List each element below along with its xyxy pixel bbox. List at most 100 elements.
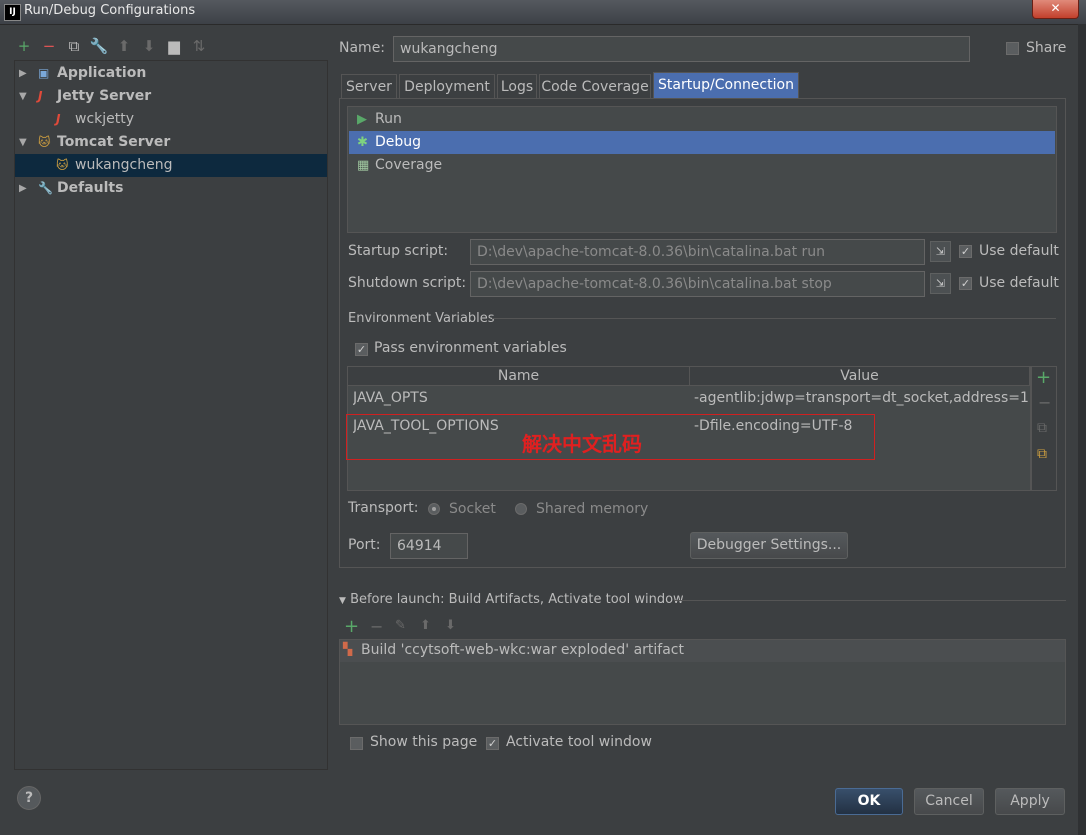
tree-item-label: Application (57, 65, 147, 81)
shared-memory-radio[interactable] (515, 503, 527, 515)
tree-item[interactable]: ▶ ▣ Application (15, 62, 327, 85)
tab-logs[interactable]: Logs (497, 74, 537, 98)
tree-item[interactable]: 🐱 wukangcheng (15, 154, 327, 177)
move-task-down-icon[interactable]: ⬇ (445, 618, 456, 633)
socket-radio[interactable] (428, 503, 440, 515)
tab-deployment[interactable]: Deployment (399, 74, 495, 98)
mode-list[interactable]: ▶ Run ✱ Debug ▦ Coverage (347, 106, 1057, 233)
tree-item[interactable]: ▼ J Jetty Server (15, 85, 327, 108)
shutdown-use-default-checkbox[interactable]: ✓ (959, 277, 972, 290)
env-separator (492, 318, 1056, 319)
apply-button[interactable]: Apply (995, 788, 1065, 815)
sort-icon[interactable]: ⇅ (189, 36, 209, 56)
tree-item-label: Tomcat Server (57, 134, 171, 150)
remove-task-icon[interactable]: − (370, 617, 383, 636)
move-up-icon[interactable]: ⬆ (114, 36, 134, 56)
annotation-text: 解决中文乱码 (522, 432, 642, 456)
move-down-icon[interactable]: ⬇ (139, 36, 159, 56)
env-section-title: Environment Variables (348, 311, 495, 326)
transport-label: Transport: (348, 500, 419, 516)
wrench-icon[interactable]: 🔧 (89, 36, 109, 56)
configuration-tree[interactable]: ▶ ▣ Application ▼ J Jetty Server Jwckjetty ▼ 🐱 To… (14, 60, 328, 770)
name-field[interactable]: wukangcheng (393, 36, 970, 62)
shutdown-script-label: Shutdown script: (348, 275, 467, 291)
tree-item[interactable]: ▼ 🐱 Tomcat Server (15, 131, 327, 154)
tree-item[interactable]: Jwckjetty (15, 108, 327, 131)
socket-label: Socket (449, 501, 496, 517)
env-row-0-name[interactable]: JAVA_OPTS (353, 390, 683, 406)
list-item[interactable]: ▚ Build 'ccytsoft-web-wkc:war exploded' … (340, 640, 1065, 662)
copy-icon[interactable]: ⧉ (64, 36, 84, 56)
add-task-icon[interactable]: + (344, 616, 359, 637)
pass-env-checkbox[interactable]: ✓ (355, 343, 368, 356)
mode-item[interactable]: ✱ Debug (349, 131, 1055, 154)
expand-arrow-icon[interactable]: ▶ (19, 177, 31, 200)
collapse-arrow-icon[interactable]: ▼ (19, 131, 31, 154)
shutdown-browse-button[interactable]: ⇲ (930, 273, 951, 294)
startup-use-default-checkbox[interactable]: ✓ (959, 245, 972, 258)
move-task-up-icon[interactable]: ⬆ (420, 618, 431, 633)
env-col-value[interactable]: Value (690, 367, 1030, 386)
folder-icon[interactable]: ▆ (164, 36, 184, 56)
shutdown-script-field[interactable]: D:\dev\apache-tomcat-8.0.36\bin\catalina… (470, 271, 925, 297)
tab-server[interactable]: Server (341, 74, 397, 98)
expand-arrow-icon[interactable]: ▶ (19, 62, 31, 85)
env-table-toolbar: + − ⧉ ⧉ (1031, 366, 1057, 491)
debugger-settings-button[interactable]: Debugger Settings... (690, 532, 848, 559)
before-launch-label: Before launch: Build Artifacts, Activate… (350, 592, 684, 607)
edit-task-icon[interactable]: ✎ (395, 618, 406, 633)
mode-item-label: Run (375, 111, 402, 127)
tree-item-label: Jetty Server (57, 88, 152, 104)
share-checkbox[interactable] (1006, 42, 1019, 55)
debug-icon: ✱ (357, 135, 368, 150)
close-button[interactable]: ✕ (1032, 0, 1079, 19)
copy-env-icon[interactable]: ⧉ (1037, 420, 1047, 436)
show-page-label: Show this page (370, 734, 478, 750)
jetty-icon: J (56, 112, 61, 126)
tab-startup-connection[interactable]: Startup/Connection (653, 72, 799, 98)
remove-icon[interactable]: − (39, 36, 59, 56)
port-field[interactable]: 64914 (390, 533, 468, 559)
before-launch-separator (674, 600, 1066, 601)
application-icon: ▣ (38, 66, 50, 80)
collapse-arrow-icon: ▼ (339, 596, 346, 606)
mode-item-label: Coverage (375, 157, 443, 173)
collapse-arrow-icon[interactable]: ▼ (19, 85, 31, 108)
before-launch-list[interactable]: ▚ Build 'ccytsoft-web-wkc:war exploded' … (339, 639, 1066, 725)
paste-env-icon[interactable]: ⧉ (1037, 446, 1047, 462)
startup-script-label: Startup script: (348, 243, 449, 259)
before-launch-toggle[interactable]: ▼ Before launch: Build Artifacts, Activa… (339, 592, 684, 607)
mode-item[interactable]: ▦ Coverage (349, 154, 1055, 177)
jetty-icon: J (38, 89, 43, 103)
startup-browse-button[interactable]: ⇲ (930, 241, 951, 262)
show-page-checkbox[interactable] (350, 737, 363, 750)
tomcat-icon: 🐱 (38, 135, 51, 149)
shutdown-use-default-label: Use default (979, 275, 1059, 291)
tab-code-coverage[interactable]: Code Coverage (539, 74, 651, 98)
activate-tool-window-checkbox[interactable]: ✓ (486, 737, 499, 750)
env-col-name[interactable]: Name (348, 367, 690, 386)
run-icon: ▶ (357, 112, 367, 127)
intellij-logo-icon: IJ (4, 4, 21, 21)
mode-item[interactable]: ▶ Run (349, 108, 1055, 131)
help-icon[interactable]: ? (17, 786, 41, 810)
tree-item[interactable]: ▶ 🔧 Defaults (15, 177, 327, 200)
startup-script-field[interactable]: D:\dev\apache-tomcat-8.0.36\bin\catalina… (470, 239, 925, 265)
coverage-icon: ▦ (357, 158, 370, 173)
startup-use-default-label: Use default (979, 243, 1059, 259)
title-bar: IJ Run/Debug Configurations ✕ (0, 0, 1086, 25)
artifact-icon: ▚ (343, 642, 353, 656)
cancel-button[interactable]: Cancel (914, 788, 984, 815)
add-env-icon[interactable]: + (1036, 367, 1051, 388)
add-icon[interactable]: + (14, 36, 34, 56)
remove-env-icon[interactable]: − (1038, 393, 1051, 412)
ok-button[interactable]: OK (835, 788, 903, 815)
port-label: Port: (348, 537, 381, 553)
shared-memory-label: Shared memory (536, 501, 649, 517)
activate-tool-window-label: Activate tool window (506, 734, 652, 750)
config-toolbar: + − ⧉ 🔧 ⬆ ⬇ ▆ ⇅ (14, 36, 326, 58)
tree-item-label: Defaults (57, 180, 124, 196)
pass-env-label: Pass environment variables (374, 340, 567, 356)
wrench-icon: 🔧 (38, 181, 53, 195)
env-row-0-value[interactable]: -agentlib:jdwp=transport=dt_socket,addre… (694, 390, 1028, 406)
